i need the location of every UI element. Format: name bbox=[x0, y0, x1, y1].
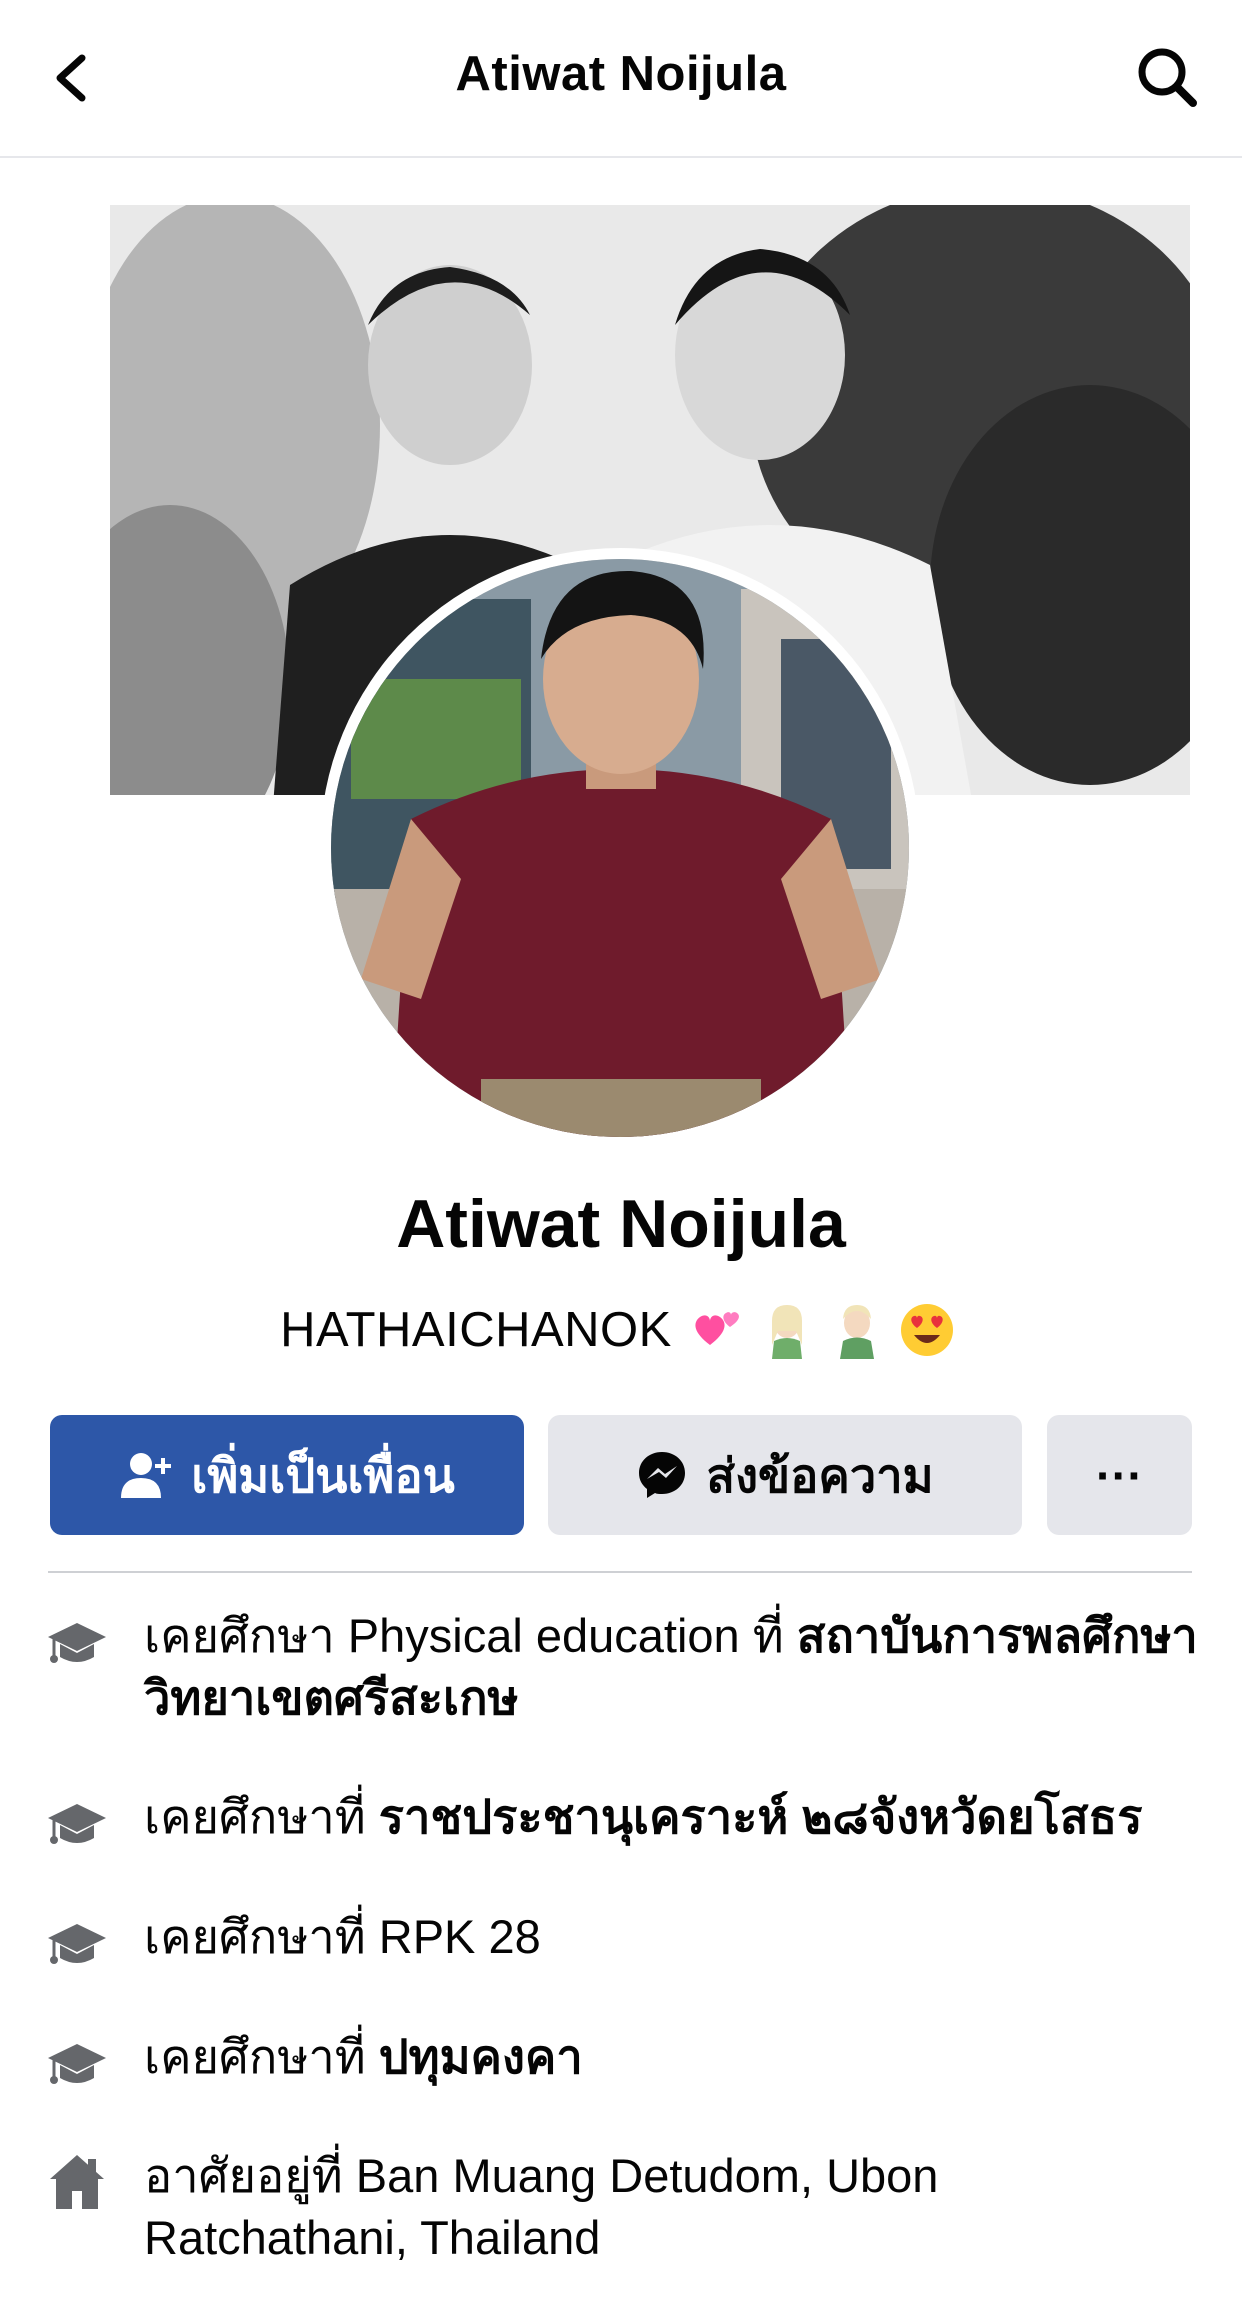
detail-prefix: เคยศึกษาที่ bbox=[144, 1790, 379, 1843]
detail-institution-link[interactable]: ปทุมคงคา bbox=[379, 2030, 583, 2083]
heart-eyes-emoji bbox=[900, 1304, 953, 1356]
search-button[interactable] bbox=[1130, 40, 1206, 116]
add-friend-button[interactable]: เพิ่มเป็นเพื่อน bbox=[50, 1415, 524, 1535]
more-options-button[interactable]: ··· bbox=[1047, 1415, 1192, 1535]
detail-institution-link[interactable]: ราชประชานุเคราะห์ ๒๘จังหวัดยโสธร bbox=[379, 1790, 1143, 1843]
elf-woman-emoji bbox=[771, 1305, 802, 1359]
detail-prefix: เคยศึกษาที่ bbox=[144, 2030, 379, 2083]
detail-prefix: เคยศึกษา Physical education ที่ bbox=[144, 1609, 797, 1662]
send-message-label: ส่งข้อความ bbox=[706, 1448, 934, 1502]
avatar[interactable] bbox=[331, 559, 909, 1137]
profile-name: Atiwat Noijula bbox=[396, 1186, 846, 1262]
bio-text: HATHAICHANOK bbox=[280, 1303, 672, 1357]
send-message-button[interactable]: ส่งข้อความ bbox=[548, 1415, 1022, 1535]
graduation-cap-icon bbox=[48, 1623, 106, 1663]
detail-prefix: อาศัยอยู่ที่ Ban Muang Detudom, Ubon Rat… bbox=[144, 2149, 939, 2264]
add-person-icon bbox=[121, 1453, 172, 1498]
add-friend-label: เพิ่มเป็นเพื่อน bbox=[191, 1448, 455, 1502]
graduation-cap-icon bbox=[48, 1804, 106, 1844]
top-navigation-bar: Atiwat Noijula bbox=[0, 0, 1242, 158]
divider bbox=[48, 1571, 1192, 1573]
messenger-icon bbox=[639, 1452, 686, 1498]
graduation-cap-icon bbox=[48, 2044, 106, 2084]
page-title: Atiwat Noijula bbox=[455, 47, 787, 101]
home-icon bbox=[50, 2155, 104, 2209]
elf-man-emoji bbox=[839, 1305, 874, 1359]
search-icon bbox=[1138, 48, 1197, 107]
graduation-cap-icon bbox=[48, 1924, 106, 1964]
detail-prefix: เคยศึกษาที่ RPK 28 bbox=[144, 1910, 541, 1963]
more-icon: ··· bbox=[1096, 1448, 1143, 1502]
profile-bio: HATHAICHANOK bbox=[0, 1297, 1242, 1363]
two-hearts-emoji bbox=[695, 1312, 739, 1345]
